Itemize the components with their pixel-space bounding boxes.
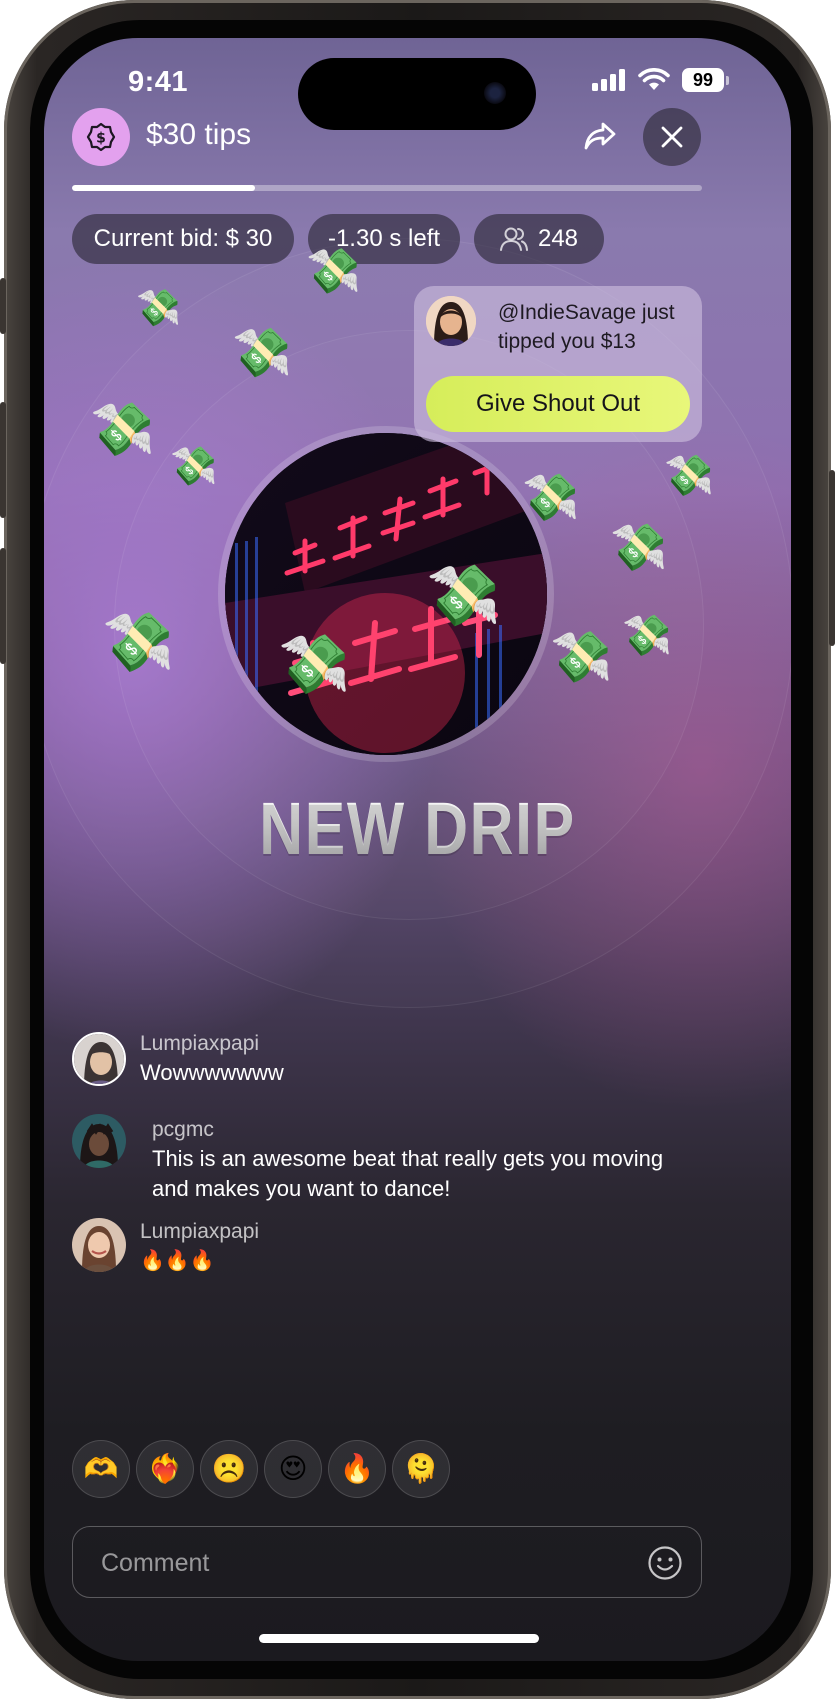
current-bid-pill: Current bid: $ 30 (72, 214, 294, 264)
flying-money-icon: 💸 (278, 632, 351, 697)
battery-level: 99 (682, 68, 724, 92)
flying-money-icon: 💸 (136, 287, 181, 328)
share-arrow-icon (584, 122, 616, 150)
comment-text: 🔥🔥🔥 (140, 1250, 215, 1272)
flying-money-icon: 💸 (170, 446, 218, 488)
flying-money-icon: 💸 (550, 629, 613, 685)
reaction-melting-face[interactable]: 🫠 (392, 1440, 450, 1498)
tip-notification-text: @IndieSavage just tipped you $13 (498, 301, 675, 353)
reaction-heart-hands[interactable]: 🫶 (72, 1440, 130, 1498)
flying-money-icon: 💸 (306, 247, 361, 296)
emoji-picker-button[interactable] (647, 1545, 683, 1581)
comment-text: This is an awesome beat that really gets… (152, 1146, 664, 1201)
wifi-icon (638, 68, 670, 90)
viewer-count: 248 (537, 225, 579, 252)
avatar[interactable] (72, 1218, 126, 1272)
mute-switch (0, 278, 6, 334)
close-button[interactable] (643, 108, 701, 166)
viewers-pill[interactable]: 248 (474, 214, 604, 264)
users-icon (499, 227, 528, 251)
avatar[interactable] (72, 1032, 126, 1086)
reaction-heart-eyes[interactable]: 😍 (264, 1440, 322, 1498)
status-icons: 99 (592, 68, 729, 92)
power-button (829, 470, 835, 646)
flying-money-icon: 💸 (90, 401, 155, 459)
flying-money-icon: 💸 (522, 471, 580, 523)
tip-notification: @IndieSavage just tipped you $13 Give Sh… (414, 286, 702, 442)
avatar[interactable] (72, 1114, 126, 1168)
current-bid-text: Current bid: $ 30 (93, 225, 273, 252)
reaction-frowning-face[interactable]: ☹️ (200, 1440, 258, 1498)
camera-icon (484, 82, 506, 104)
comment-box (72, 1526, 702, 1599)
volume-down-button (0, 548, 6, 664)
flying-money-icon: 💸 (232, 327, 292, 380)
volume-up-button (0, 402, 6, 518)
comment-username[interactable]: Lumpiaxpapi (140, 1220, 259, 1244)
live-stream-screen: 9:41 99 $ $30 tips Current bid: $ 30 -1.… (44, 38, 791, 1661)
dollar-coin-icon: $ (86, 122, 116, 152)
cellular-signal-icon (592, 69, 625, 91)
svg-text:$: $ (96, 131, 106, 147)
flying-money-icon: 💸 (426, 562, 501, 629)
track-title: NEW DRIP (111, 786, 724, 871)
dynamic-island (298, 58, 536, 130)
flying-money-icon: 💸 (610, 521, 668, 573)
reaction-fire[interactable]: 🔥 (328, 1440, 386, 1498)
smiley-icon (648, 1546, 682, 1580)
tips-badge[interactable]: $ (72, 108, 130, 166)
share-button[interactable] (580, 116, 620, 156)
comment-text: Wowwwwwww (140, 1060, 284, 1085)
comment-input[interactable] (101, 1527, 621, 1599)
flying-money-icon: 💸 (102, 610, 175, 675)
progress-fill (72, 185, 255, 191)
flying-money-icon: 💸 (622, 614, 672, 658)
status-time: 9:41 (128, 66, 189, 98)
home-indicator[interactable] (259, 1634, 539, 1643)
close-icon (661, 126, 683, 148)
comment-username[interactable]: pcgmc (152, 1118, 214, 1142)
tips-total: $30 tips (146, 118, 252, 151)
track-title-text: NEW DRIP (259, 787, 576, 870)
flying-money-icon: 💸 (664, 454, 714, 498)
give-shout-out-button[interactable]: Give Shout Out (426, 376, 690, 432)
comment-username[interactable]: Lumpiaxpapi (140, 1032, 259, 1056)
avatar (426, 296, 476, 346)
reaction-heart-on-fire[interactable]: ❤️‍🔥 (136, 1440, 194, 1498)
stream-progress-bar (72, 185, 702, 191)
battery-icon: 99 (682, 68, 729, 92)
